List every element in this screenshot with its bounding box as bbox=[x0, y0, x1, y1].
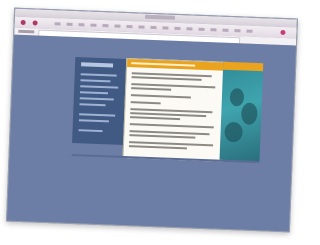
card-header bbox=[127, 59, 226, 71]
content-card bbox=[122, 57, 227, 162]
nav-item[interactable] bbox=[80, 85, 119, 89]
back-icon[interactable] bbox=[20, 19, 26, 26]
nav-logo-blurred bbox=[81, 62, 114, 68]
card-header-text-blurred bbox=[131, 62, 196, 67]
content-line-blurred bbox=[130, 116, 181, 121]
address-label-blurred bbox=[18, 29, 35, 34]
nav-item[interactable] bbox=[78, 119, 109, 123]
content-line-blurred bbox=[129, 134, 196, 139]
nav-item[interactable] bbox=[78, 129, 103, 133]
teal-photo-panel bbox=[219, 61, 264, 162]
favorite-icon[interactable] bbox=[280, 29, 286, 36]
nav-item[interactable] bbox=[79, 103, 106, 107]
content-line-blurred bbox=[129, 123, 214, 129]
nav-item[interactable] bbox=[79, 113, 116, 117]
photo-figure bbox=[229, 87, 245, 107]
photo-figure bbox=[224, 121, 243, 143]
page-viewport bbox=[7, 34, 296, 232]
nav-item[interactable] bbox=[80, 79, 111, 83]
content-line-blurred bbox=[131, 87, 172, 91]
photo-figure bbox=[240, 102, 258, 126]
forward-icon[interactable] bbox=[32, 20, 38, 26]
left-navigation-panel bbox=[72, 57, 128, 145]
nav-item[interactable] bbox=[79, 91, 109, 95]
nav-item[interactable] bbox=[80, 73, 117, 77]
photo-header-stripe bbox=[222, 61, 264, 72]
photographed-screen bbox=[5, 7, 299, 233]
window-title-blurred bbox=[144, 14, 176, 20]
content-line-blurred bbox=[128, 145, 187, 150]
nav-item[interactable] bbox=[79, 97, 114, 101]
content-line-blurred bbox=[131, 76, 202, 81]
content-line-blurred bbox=[130, 101, 161, 105]
content-line-blurred bbox=[130, 94, 191, 99]
